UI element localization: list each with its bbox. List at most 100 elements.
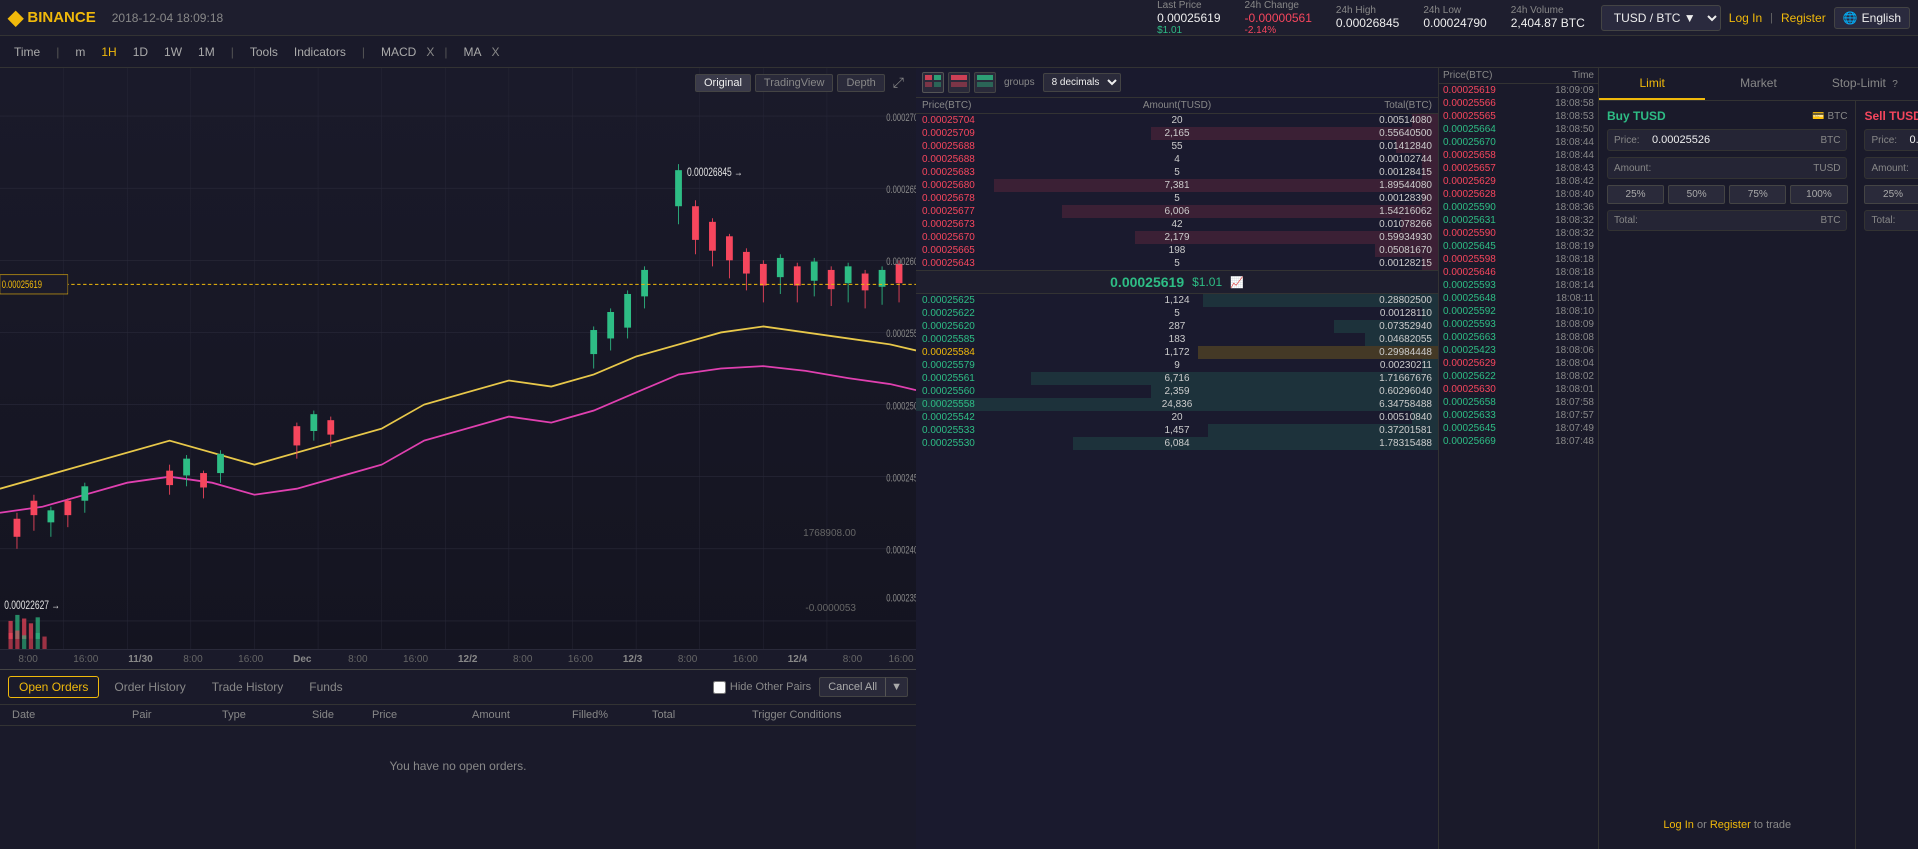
hide-other-pairs-checkbox[interactable] bbox=[713, 681, 726, 694]
ob-sell-row[interactable]: 0.0002567850.00128390 bbox=[916, 192, 1438, 205]
ob-buy-row[interactable]: 0.000255331,4570.37201581 bbox=[916, 424, 1438, 437]
toolbar-1d[interactable]: 1D bbox=[127, 43, 154, 61]
th-data-row[interactable]: 0.0002564618:08:18 bbox=[1439, 266, 1598, 279]
ob-buy-row[interactable]: 0.000255306,0841.78315488 bbox=[916, 437, 1438, 450]
ob-buy-row[interactable]: 0.0002557990.00230211 bbox=[916, 359, 1438, 372]
th-data-row[interactable]: 0.0002542318:08:06 bbox=[1439, 344, 1598, 357]
th-data-row[interactable]: 0.0002562918:08:04 bbox=[1439, 357, 1598, 370]
toolbar-1w[interactable]: 1W bbox=[158, 43, 188, 61]
language-selector[interactable]: 🌐 English bbox=[1834, 7, 1910, 29]
trading-tab-limit[interactable]: Limit bbox=[1599, 68, 1705, 100]
buy-pct-100[interactable]: 100% bbox=[1790, 185, 1847, 204]
toolbar-1m[interactable]: m bbox=[69, 43, 91, 61]
th-data-row[interactable]: 0.0002562218:08:02 bbox=[1439, 370, 1598, 383]
th-data-row[interactable]: 0.0002565818:08:44 bbox=[1439, 149, 1598, 162]
sell-pct-25[interactable]: 25% bbox=[1864, 185, 1918, 204]
ob-buy-row[interactable]: 0.000255602,3590.60296040 bbox=[916, 385, 1438, 398]
th-data-row[interactable]: 0.0002563118:08:32 bbox=[1439, 214, 1598, 227]
ob-sell-row[interactable]: 0.000256651980.05081670 bbox=[916, 244, 1438, 257]
th-data-row[interactable]: 0.0002566318:08:08 bbox=[1439, 331, 1598, 344]
ob-sell-row[interactable]: 0.00025688550.01412840 bbox=[916, 140, 1438, 153]
cancel-all-button[interactable]: Cancel All bbox=[819, 677, 885, 697]
ob-buy-row[interactable]: 0.00025542200.00510840 bbox=[916, 411, 1438, 424]
th-data-row[interactable]: 0.0002562818:08:40 bbox=[1439, 188, 1598, 201]
trading-tab-market[interactable]: Market bbox=[1705, 68, 1811, 100]
ob-buy-row[interactable]: 0.000255851830.04682055 bbox=[916, 333, 1438, 346]
th-data-row[interactable]: 0.0002559318:08:09 bbox=[1439, 318, 1598, 331]
th-data-row[interactable]: 0.0002559818:08:18 bbox=[1439, 253, 1598, 266]
ob-view-buy[interactable] bbox=[974, 72, 996, 93]
toolbar-ma[interactable]: MA bbox=[458, 43, 488, 61]
chart-tab-original[interactable]: Original bbox=[695, 74, 751, 92]
buy-login-link[interactable]: Log In bbox=[1663, 819, 1694, 831]
hide-other-pairs-label[interactable]: Hide Other Pairs bbox=[730, 681, 811, 693]
th-data-row[interactable]: 0.0002563318:07:57 bbox=[1439, 409, 1598, 422]
toolbar-indicators[interactable]: Indicators bbox=[288, 43, 352, 61]
ob-sell-row[interactable]: 0.00025704200.00514080 bbox=[916, 114, 1438, 127]
ob-buy-row[interactable]: 0.000256251,1240.28802500 bbox=[916, 294, 1438, 307]
th-data-row[interactable]: 0.0002564518:08:19 bbox=[1439, 240, 1598, 253]
ob-sell-row[interactable]: 0.000256807,3811.89544080 bbox=[916, 179, 1438, 192]
th-data-row[interactable]: 0.0002565818:07:58 bbox=[1439, 396, 1598, 409]
toolbar-macd-close[interactable]: X bbox=[426, 45, 434, 59]
ob-buy-row[interactable]: 0.0002555824,8366.34758488 bbox=[916, 398, 1438, 411]
current-price-row[interactable]: 0.00025619 $1.01 📈 bbox=[916, 270, 1438, 294]
toolbar-time[interactable]: Time bbox=[8, 43, 46, 61]
ob-buy-row[interactable]: 0.000256202870.07352940 bbox=[916, 320, 1438, 333]
tab-open-orders[interactable]: Open Orders bbox=[8, 676, 99, 698]
th-data-row[interactable]: 0.0002559018:08:32 bbox=[1439, 227, 1598, 240]
ob-sell-row[interactable]: 0.0002568840.00102744 bbox=[916, 153, 1438, 166]
ob-sell-row[interactable]: 0.0002568350.00128415 bbox=[916, 166, 1438, 179]
buy-pct-50[interactable]: 50% bbox=[1668, 185, 1725, 204]
toolbar-macd[interactable]: MACD bbox=[375, 43, 422, 61]
volume-value: 2,404.87 BTC bbox=[1511, 16, 1585, 30]
th-data-row[interactable]: 0.0002565718:08:43 bbox=[1439, 162, 1598, 175]
th-data-row[interactable]: 0.0002556518:08:53 bbox=[1439, 110, 1598, 123]
buy-amount-input[interactable] bbox=[1657, 158, 1807, 178]
tab-funds[interactable]: Funds bbox=[298, 676, 353, 698]
th-data-row[interactable]: 0.0002556618:08:58 bbox=[1439, 97, 1598, 110]
ob-view-sell[interactable] bbox=[948, 72, 970, 93]
th-data-row[interactable]: 0.0002559318:08:14 bbox=[1439, 279, 1598, 292]
th-data-row[interactable]: 0.0002566918:07:48 bbox=[1439, 435, 1598, 448]
buy-register-link[interactable]: Register bbox=[1710, 819, 1751, 831]
register-button[interactable]: Register bbox=[1781, 11, 1826, 25]
tab-order-history[interactable]: Order History bbox=[103, 676, 196, 698]
th-data-row[interactable]: 0.0002559218:08:10 bbox=[1439, 305, 1598, 318]
buy-price-input[interactable] bbox=[1648, 130, 1814, 150]
th-data-row[interactable]: 0.0002567018:08:44 bbox=[1439, 136, 1598, 149]
ob-buy-row[interactable]: 0.000255616,7161.71667676 bbox=[916, 372, 1438, 385]
th-data-row[interactable]: 0.0002566418:08:50 bbox=[1439, 123, 1598, 136]
toolbar-1month[interactable]: 1M bbox=[192, 43, 221, 61]
login-button[interactable]: Log In bbox=[1729, 11, 1762, 25]
th-data-row[interactable]: 0.0002564818:08:11 bbox=[1439, 292, 1598, 305]
th-data-row[interactable]: 0.0002564518:07:49 bbox=[1439, 422, 1598, 435]
ob-sell-row[interactable]: 0.0002564350.00128215 bbox=[916, 257, 1438, 270]
th-data-row[interactable]: 0.0002562918:08:42 bbox=[1439, 175, 1598, 188]
buy-pct-75[interactable]: 75% bbox=[1729, 185, 1786, 204]
sell-price-input[interactable] bbox=[1905, 130, 1918, 150]
cancel-all-dropdown[interactable]: ▼ bbox=[885, 677, 908, 697]
ob-buy-row[interactable]: 0.000255841,1720.29984448 bbox=[916, 346, 1438, 359]
toolbar-tools[interactable]: Tools bbox=[244, 43, 284, 61]
trading-tab-stoplimit[interactable]: Stop-Limit ? bbox=[1812, 68, 1918, 100]
toolbar-1h[interactable]: 1H bbox=[95, 43, 122, 61]
ob-view-combined[interactable] bbox=[922, 72, 944, 93]
chart-expand-icon[interactable]: ⤢ bbox=[889, 72, 908, 93]
ob-sell-row[interactable]: 0.000256702,1790.59934930 bbox=[916, 231, 1438, 244]
pair-selector[interactable]: TUSD / BTC ▼ bbox=[1601, 5, 1721, 31]
ob-sell-row[interactable]: 0.00025673420.01078266 bbox=[916, 218, 1438, 231]
ob-buy-row[interactable]: 0.0002562250.00128110 bbox=[916, 307, 1438, 320]
chart-tab-tradingview[interactable]: TradingView bbox=[755, 74, 834, 92]
toolbar-ma-close[interactable]: X bbox=[492, 45, 500, 59]
th-data-row[interactable]: 0.0002563018:08:01 bbox=[1439, 383, 1598, 396]
ob-sell-row[interactable]: 0.000257092,1650.55640500 bbox=[916, 127, 1438, 140]
chart-tab-depth[interactable]: Depth bbox=[837, 74, 884, 92]
tab-trade-history[interactable]: Trade History bbox=[201, 676, 295, 698]
ob-decimals-selector[interactable]: 8 decimals 6 decimals 4 decimals bbox=[1043, 73, 1121, 92]
ob-sell-row[interactable]: 0.000256776,0061.54216062 bbox=[916, 205, 1438, 218]
th-data-row[interactable]: 0.0002559018:08:36 bbox=[1439, 201, 1598, 214]
th-data-row[interactable]: 0.0002561918:09:09 bbox=[1439, 84, 1598, 97]
stoplimit-help-icon[interactable]: ? bbox=[1892, 79, 1898, 90]
buy-pct-25[interactable]: 25% bbox=[1607, 185, 1664, 204]
